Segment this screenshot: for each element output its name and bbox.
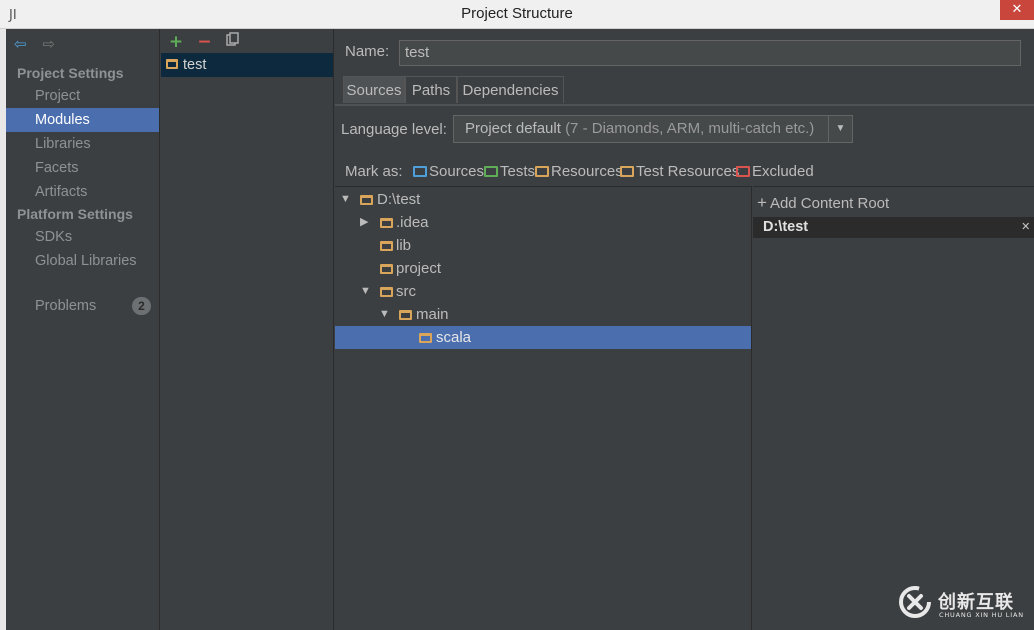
- folder-icon: [419, 333, 432, 343]
- module-item-test[interactable]: test: [161, 53, 333, 77]
- mark-sources-label: Sources: [429, 163, 485, 180]
- nav-arrows: ⇦ ⇨: [14, 35, 66, 55]
- tree-node-idea[interactable]: ▶ .idea: [335, 211, 751, 234]
- module-list-panel: + − test: [161, 29, 334, 630]
- tree-node-root[interactable]: ▼ D:\test: [335, 188, 751, 211]
- folder-icon: [360, 195, 373, 205]
- tree-node-label: src: [396, 283, 416, 300]
- tree-node-label: main: [416, 306, 449, 323]
- back-arrow-icon[interactable]: ⇦: [14, 35, 32, 53]
- tree-node-main[interactable]: ▼ main: [335, 303, 751, 326]
- name-label: Name:: [345, 43, 390, 60]
- content-roots-panel: + Add Content Root D:\test ×: [753, 186, 1034, 630]
- tab-dependencies[interactable]: Dependencies: [457, 76, 564, 103]
- sidebar-item-global-libraries[interactable]: Global Libraries: [6, 249, 159, 273]
- mark-resources-label: Resources: [551, 163, 623, 180]
- mark-as-label: Mark as:: [345, 163, 403, 180]
- window-title: Project Structure: [461, 5, 573, 22]
- tree-node-label: scala: [436, 329, 472, 346]
- language-level-value: Project default: [465, 120, 561, 137]
- section-project-settings: Project Settings: [17, 65, 124, 81]
- language-level-detail: (7 - Diamonds, ARM, multi-catch etc.): [565, 120, 815, 137]
- folder-icon: [380, 241, 393, 251]
- copy-icon[interactable]: [223, 32, 243, 52]
- tab-divider: [335, 104, 1034, 106]
- folder-icon: [380, 264, 393, 274]
- settings-sidebar: ⇦ ⇨ Project Settings Project Modules Lib…: [6, 29, 160, 630]
- sidebar-item-project[interactable]: Project: [6, 84, 159, 108]
- title-bar: JI Project Structure ✕: [0, 0, 1034, 29]
- excluded-folder-icon: [736, 166, 750, 177]
- sidebar-item-artifacts[interactable]: Artifacts: [6, 180, 159, 204]
- chevron-down-icon[interactable]: ▼: [828, 116, 852, 142]
- module-toolbar: + −: [166, 32, 247, 52]
- add-content-root-button[interactable]: + Add Content Root: [757, 193, 889, 213]
- sidebar-item-sdks[interactable]: SDKs: [6, 225, 159, 249]
- tree-node-project[interactable]: project: [335, 257, 751, 280]
- module-settings-panel: Name: test Sources Paths Dependencies La…: [335, 29, 1034, 630]
- mark-tests-button[interactable]: Tests: [484, 163, 535, 180]
- mark-excluded-label: Excluded: [752, 163, 814, 180]
- test-resources-folder-icon: [620, 166, 634, 177]
- expanded-arrow-icon[interactable]: ▼: [340, 188, 351, 211]
- add-module-button[interactable]: +: [166, 32, 186, 52]
- sidebar-item-label: Problems: [35, 298, 97, 314]
- folder-icon: [380, 287, 393, 297]
- tab-sources[interactable]: Sources: [343, 76, 405, 103]
- watermark-logo-icon: [899, 586, 931, 618]
- sidebar-item-facets[interactable]: Facets: [6, 156, 159, 180]
- module-label: test: [183, 57, 207, 73]
- tree-node-lib[interactable]: lib: [335, 234, 751, 257]
- language-level-label: Language level:: [341, 121, 447, 138]
- module-name-input[interactable]: test: [399, 40, 1021, 66]
- remove-root-icon[interactable]: ×: [1022, 217, 1030, 238]
- content-root-path: D:\test: [763, 219, 809, 235]
- mark-excluded-button[interactable]: Excluded: [736, 163, 814, 180]
- resources-folder-icon: [535, 166, 549, 177]
- forward-arrow-icon[interactable]: ⇨: [42, 35, 60, 53]
- tree-node-scala[interactable]: scala: [335, 326, 751, 349]
- content-folder-tree: ▼ D:\test ▶ .idea lib project ▼ src ▼ ma…: [335, 186, 752, 630]
- close-button[interactable]: ✕: [1000, 0, 1034, 20]
- plus-icon: +: [757, 193, 767, 212]
- sources-folder-icon: [413, 166, 427, 177]
- watermark-subtext: CHUANG XIN HU LIAN: [939, 611, 1024, 619]
- problems-count-badge: 2: [132, 297, 151, 315]
- tree-node-label: .idea: [396, 214, 429, 231]
- watermark: 创新互联 CHUANG XIN HU LIAN: [898, 582, 1034, 630]
- expanded-arrow-icon[interactable]: ▼: [379, 303, 390, 326]
- tab-paths[interactable]: Paths: [405, 76, 457, 103]
- content-root-item[interactable]: D:\test ×: [753, 217, 1034, 238]
- mark-test-resources-button[interactable]: Test Resources: [620, 163, 739, 180]
- tree-node-src[interactable]: ▼ src: [335, 280, 751, 303]
- tree-node-label: project: [396, 260, 442, 277]
- sidebar-item-modules[interactable]: Modules: [6, 108, 159, 132]
- folder-icon: [399, 310, 412, 320]
- collapsed-arrow-icon[interactable]: ▶: [360, 211, 368, 234]
- language-level-select[interactable]: Project default (7 - Diamonds, ARM, mult…: [453, 115, 853, 143]
- mark-resources-button[interactable]: Resources: [535, 163, 623, 180]
- remove-module-button[interactable]: −: [194, 32, 214, 52]
- add-content-root-label: Add Content Root: [769, 195, 890, 212]
- tree-node-label: lib: [396, 237, 412, 254]
- tree-node-label: D:\test: [377, 191, 421, 208]
- mark-tests-label: Tests: [500, 163, 536, 180]
- sidebar-item-problems[interactable]: Problems 2: [6, 294, 159, 318]
- folder-icon: [380, 218, 393, 228]
- mark-test-resources-label: Test Resources: [636, 163, 740, 180]
- mark-sources-button[interactable]: Sources: [413, 163, 484, 180]
- module-folder-icon: [166, 59, 178, 69]
- expanded-arrow-icon[interactable]: ▼: [360, 280, 371, 303]
- tests-folder-icon: [484, 166, 498, 177]
- section-platform-settings: Platform Settings: [17, 206, 133, 222]
- sidebar-item-libraries[interactable]: Libraries: [6, 132, 159, 156]
